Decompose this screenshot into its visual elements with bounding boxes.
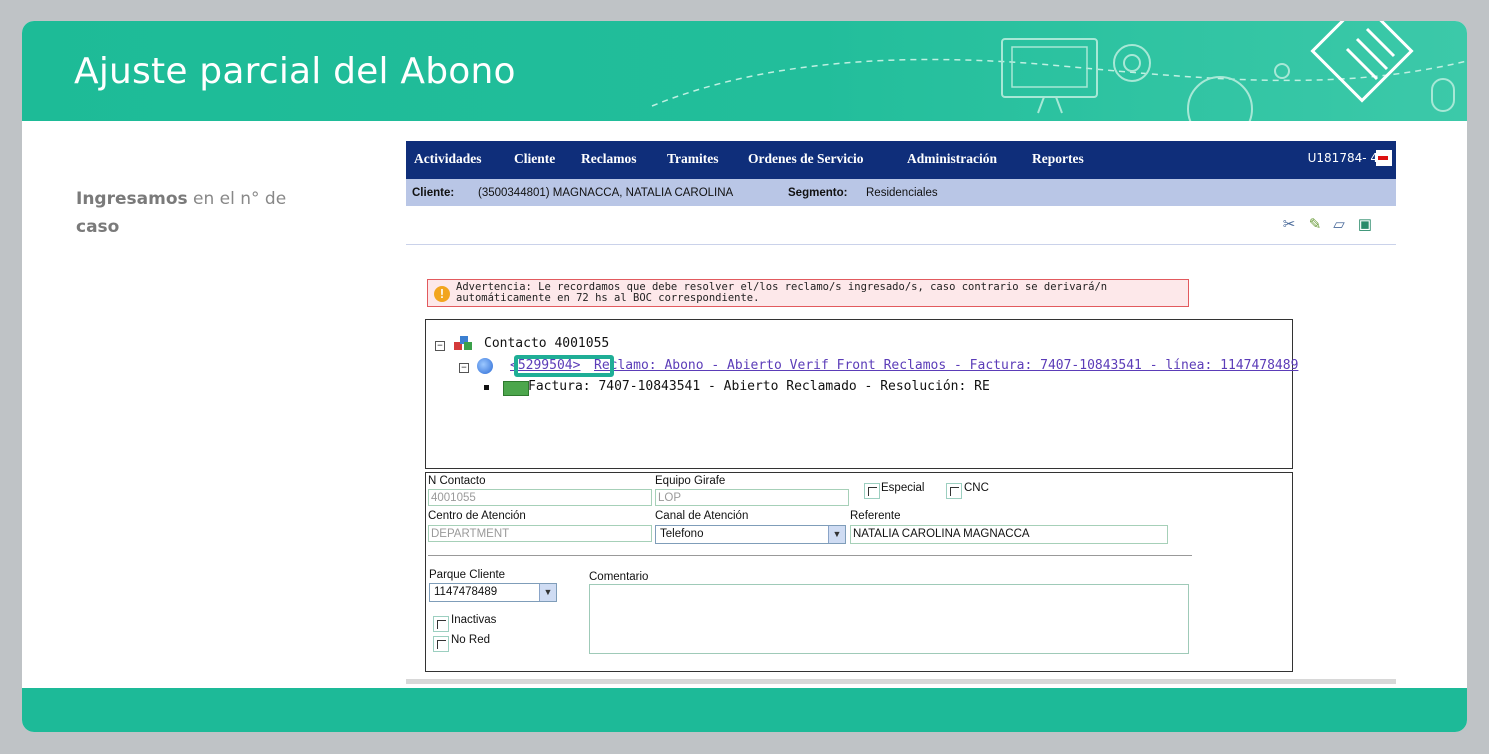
referente-label: Referente (850, 510, 901, 522)
canal-label: Canal de Atención (655, 510, 749, 522)
bullet-icon (484, 385, 489, 390)
segmento-value: Residenciales (866, 187, 938, 199)
bill-icon (503, 381, 529, 396)
nav-actividades[interactable]: Actividades (414, 151, 482, 167)
tools-icon[interactable]: ✂ (1280, 216, 1298, 234)
contact-cubes-icon (454, 336, 472, 350)
n-contacto-label: N Contacto (428, 475, 486, 487)
comentario-label: Comentario (589, 571, 649, 583)
cliente-value: (3500344801) MAGNACCA, NATALIA CAROLINA (478, 187, 734, 199)
instruction-text: Ingresamos en el n° de caso (76, 185, 336, 241)
instruction-middle: en el n° de (187, 189, 287, 209)
parque-value: 1147478489 (434, 586, 498, 598)
case-number-highlight (514, 355, 614, 377)
screen-icon[interactable]: ▣ (1356, 216, 1374, 234)
inactivas-checkbox[interactable] (433, 616, 449, 632)
nav-reclamos[interactable]: Reclamos (581, 151, 636, 167)
cnc-checkbox[interactable] (946, 483, 962, 499)
centro-label: Centro de Atención (428, 510, 526, 522)
top-nav: Actividades Cliente Reclamos Tramites Or… (406, 141, 1396, 179)
warning-icon: ! (434, 286, 450, 302)
centro-field[interactable]: DEPARTMENT (428, 525, 652, 542)
globe-icon (477, 358, 493, 374)
segmento-label: Segmento: (788, 187, 848, 199)
collapse-reclamo-icon[interactable]: − (459, 363, 469, 373)
canal-value: Telefono (660, 528, 704, 540)
collapse-contact-icon[interactable]: − (435, 341, 445, 351)
slide-title: Ajuste parcial del Abono (74, 51, 516, 92)
nav-tramites[interactable]: Tramites (667, 151, 718, 167)
equipo-label: Equipo Girafe (655, 475, 726, 487)
canal-select[interactable]: Telefono ▼ (655, 525, 846, 544)
equipo-field[interactable]: LOP (655, 489, 849, 506)
cnc-label: CNC (964, 482, 989, 494)
factura-item[interactable]: Factura: 7407-10843541 - Abierto Reclama… (528, 379, 990, 394)
slide: Ajuste parcial del Abono Ingresamos en e… (22, 21, 1467, 732)
app-screenshot: Actividades Cliente Reclamos Tramites Or… (406, 141, 1396, 684)
contact-tree: − Contacto 4001055 − <5299504> Reclamo: … (425, 319, 1298, 469)
chevron-down-icon[interactable]: ▼ (539, 584, 556, 601)
reclamo-link[interactable]: Reclamo: Abono - Abierto Verif Front Rec… (594, 358, 1298, 373)
user-id: U181784- 4 (1307, 151, 1378, 165)
instruction-bold-ingresamos: Ingresamos (76, 189, 188, 209)
chevron-down-icon[interactable]: ▼ (828, 526, 845, 543)
especial-checkbox[interactable] (864, 483, 880, 499)
warning-text: Advertencia: Le recordamos que debe reso… (456, 281, 1108, 304)
inactivas-label: Inactivas (451, 614, 497, 626)
contact-label: Contacto 4001055 (484, 336, 610, 351)
toolbar: ✂ ✎ ▱ ▣ (406, 206, 1396, 245)
nav-reportes[interactable]: Reportes (1032, 151, 1084, 167)
warning-box: ! Advertencia: Le recordamos que debe re… (427, 279, 1189, 307)
title-banner: Ajuste parcial del Abono (22, 21, 1467, 121)
parque-select[interactable]: 1147478489 ▼ (429, 583, 557, 602)
comentario-textarea[interactable] (589, 584, 1189, 654)
no-red-checkbox[interactable] (433, 636, 449, 652)
note-icon[interactable]: ▱ (1330, 216, 1348, 234)
client-bar: Cliente: (3500344801) MAGNACCA, NATALIA … (406, 179, 1396, 206)
parque-label: Parque Cliente (429, 569, 506, 581)
exit-icon[interactable] (1376, 150, 1392, 166)
contact-form: N Contacto 4001055 Equipo Girafe LOP Esp… (425, 472, 1293, 672)
n-contacto-field[interactable]: 4001055 (428, 489, 652, 506)
nav-cliente[interactable]: Cliente (514, 151, 555, 167)
instruction-bold-caso: caso (76, 217, 120, 237)
footer-bar (22, 688, 1467, 732)
nav-ordenes-servicio[interactable]: Ordenes de Servicio (748, 151, 863, 167)
no-red-label: No Red (451, 634, 490, 646)
edit-icon[interactable]: ✎ (1306, 216, 1324, 234)
horizontal-scrollbar[interactable] (406, 679, 1396, 684)
especial-label: Especial (881, 482, 925, 494)
form-divider (428, 555, 1192, 556)
tech-decoration-icon (651, 21, 1467, 121)
nav-administracion[interactable]: Administración (907, 151, 997, 167)
cliente-label: Cliente: (412, 187, 455, 199)
referente-field[interactable]: NATALIA CAROLINA MAGNACCA (850, 525, 1168, 544)
